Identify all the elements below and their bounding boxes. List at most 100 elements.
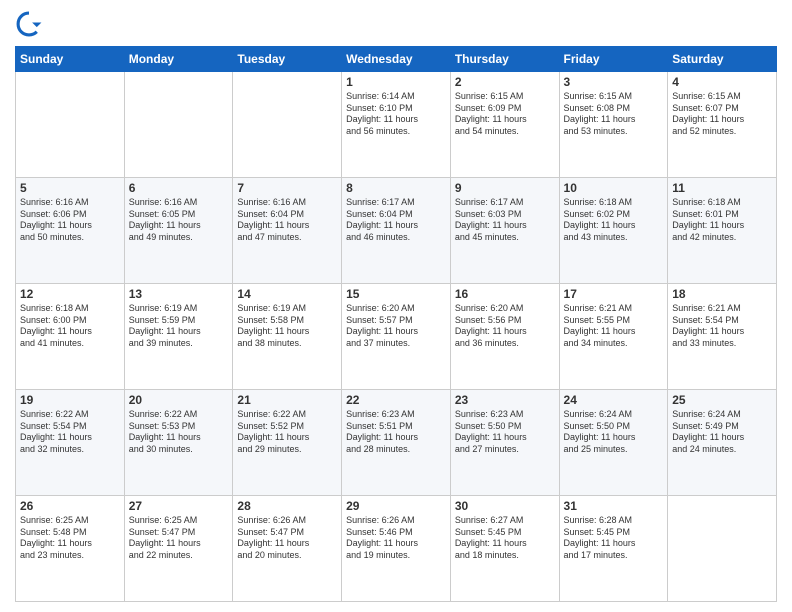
day-info: Sunrise: 6:27 AM Sunset: 5:45 PM Dayligh…	[455, 515, 555, 562]
day-number: 10	[564, 181, 664, 195]
calendar-cell: 10 Sunrise: 6:18 AM Sunset: 6:02 PM Dayli…	[559, 178, 668, 284]
weekday-header-saturday: Saturday	[668, 47, 777, 72]
day-number: 11	[672, 181, 772, 195]
day-info: Sunrise: 6:21 AM Sunset: 5:55 PM Dayligh…	[564, 303, 664, 350]
calendar-table: SundayMondayTuesdayWednesdayThursdayFrid…	[15, 46, 777, 602]
day-info: Sunrise: 6:24 AM Sunset: 5:49 PM Dayligh…	[672, 409, 772, 456]
day-info: Sunrise: 6:17 AM Sunset: 6:03 PM Dayligh…	[455, 197, 555, 244]
calendar-cell: 23Sunrise: 6:23 AM Sunset: 5:50 PM Dayli…	[450, 390, 559, 496]
day-info: Sunrise: 6:19 AM Sunset: 5:59 PM Dayligh…	[129, 303, 229, 350]
day-info: Sunrise: 6:23 AM Sunset: 5:51 PM Dayligh…	[346, 409, 446, 456]
day-info: Sunrise: 6:18 AM Sunset: 6:00 PM Dayligh…	[20, 303, 120, 350]
day-number: 1	[346, 75, 446, 89]
day-number: 12	[20, 287, 120, 301]
day-info: Sunrise: 6:17 AM Sunset: 6:04 PM Dayligh…	[346, 197, 446, 244]
calendar-cell: 31 Sunrise: 6:28 AM Sunset: 5:45 PM Dayli…	[559, 496, 668, 602]
calendar-cell: 18Sunrise: 6:21 AM Sunset: 5:54 PM Dayli…	[668, 284, 777, 390]
calendar-cell: 22 Sunrise: 6:23 AM Sunset: 5:51 PM Dayli…	[342, 390, 451, 496]
calendar-cell: 16 Sunrise: 6:20 AM Sunset: 5:56 PM Dayli…	[450, 284, 559, 390]
day-number: 2	[455, 75, 555, 89]
day-info: Sunrise: 6:25 AM Sunset: 5:47 PM Dayligh…	[129, 515, 229, 562]
calendar-week-4: 19 Sunrise: 6:22 AM Sunset: 5:54 PM Dayli…	[16, 390, 777, 496]
day-info: Sunrise: 6:22 AM Sunset: 5:52 PM Dayligh…	[237, 409, 337, 456]
day-info: Sunrise: 6:20 AM Sunset: 5:57 PM Dayligh…	[346, 303, 446, 350]
day-number: 30	[455, 499, 555, 513]
day-number: 7	[237, 181, 337, 195]
day-number: 21	[237, 393, 337, 407]
calendar-cell: 8 Sunrise: 6:17 AM Sunset: 6:04 PM Daylig…	[342, 178, 451, 284]
day-info: Sunrise: 6:26 AM Sunset: 5:47 PM Dayligh…	[237, 515, 337, 562]
day-info: Sunrise: 6:15 AM Sunset: 6:09 PM Dayligh…	[455, 91, 555, 138]
weekday-header-friday: Friday	[559, 47, 668, 72]
day-info: Sunrise: 6:28 AM Sunset: 5:45 PM Dayligh…	[564, 515, 664, 562]
calendar-cell: 6 Sunrise: 6:16 AM Sunset: 6:05 PM Daylig…	[124, 178, 233, 284]
calendar-cell: 4 Sunrise: 6:15 AM Sunset: 6:07 PM Daylig…	[668, 72, 777, 178]
day-info: Sunrise: 6:16 AM Sunset: 6:05 PM Dayligh…	[129, 197, 229, 244]
day-number: 13	[129, 287, 229, 301]
day-info: Sunrise: 6:24 AM Sunset: 5:50 PM Dayligh…	[564, 409, 664, 456]
weekday-header-tuesday: Tuesday	[233, 47, 342, 72]
day-info: Sunrise: 6:26 AM Sunset: 5:46 PM Dayligh…	[346, 515, 446, 562]
day-info: Sunrise: 6:21 AM Sunset: 5:54 PM Dayligh…	[672, 303, 772, 350]
calendar-cell: 1Sunrise: 6:14 AM Sunset: 6:10 PM Daylig…	[342, 72, 451, 178]
calendar-cell: 28 Sunrise: 6:26 AM Sunset: 5:47 PM Dayli…	[233, 496, 342, 602]
day-number: 25	[672, 393, 772, 407]
calendar-cell: 5 Sunrise: 6:16 AM Sunset: 6:06 PM Daylig…	[16, 178, 125, 284]
day-number: 8	[346, 181, 446, 195]
logo-icon	[15, 10, 43, 38]
calendar-cell: 9 Sunrise: 6:17 AM Sunset: 6:03 PM Daylig…	[450, 178, 559, 284]
calendar-cell	[233, 72, 342, 178]
logo	[15, 10, 47, 38]
calendar-cell: 30 Sunrise: 6:27 AM Sunset: 5:45 PM Dayli…	[450, 496, 559, 602]
calendar-cell: 15 Sunrise: 6:20 AM Sunset: 5:57 PM Dayli…	[342, 284, 451, 390]
day-info: Sunrise: 6:15 AM Sunset: 6:08 PM Dayligh…	[564, 91, 664, 138]
calendar-cell: 13 Sunrise: 6:19 AM Sunset: 5:59 PM Dayli…	[124, 284, 233, 390]
calendar-cell	[124, 72, 233, 178]
calendar-cell: 25 Sunrise: 6:24 AM Sunset: 5:49 PM Dayli…	[668, 390, 777, 496]
day-info: Sunrise: 6:22 AM Sunset: 5:53 PM Dayligh…	[129, 409, 229, 456]
calendar-week-2: 5 Sunrise: 6:16 AM Sunset: 6:06 PM Daylig…	[16, 178, 777, 284]
day-info: Sunrise: 6:16 AM Sunset: 6:04 PM Dayligh…	[237, 197, 337, 244]
day-number: 31	[564, 499, 664, 513]
day-number: 16	[455, 287, 555, 301]
calendar-cell	[668, 496, 777, 602]
day-number: 28	[237, 499, 337, 513]
calendar-cell: 17 Sunrise: 6:21 AM Sunset: 5:55 PM Dayli…	[559, 284, 668, 390]
day-info: Sunrise: 6:15 AM Sunset: 6:07 PM Dayligh…	[672, 91, 772, 138]
calendar-cell: 27Sunrise: 6:25 AM Sunset: 5:47 PM Dayli…	[124, 496, 233, 602]
day-number: 5	[20, 181, 120, 195]
day-number: 26	[20, 499, 120, 513]
day-info: Sunrise: 6:23 AM Sunset: 5:50 PM Dayligh…	[455, 409, 555, 456]
day-number: 17	[564, 287, 664, 301]
day-number: 14	[237, 287, 337, 301]
day-info: Sunrise: 6:25 AM Sunset: 5:48 PM Dayligh…	[20, 515, 120, 562]
calendar-week-3: 12 Sunrise: 6:18 AM Sunset: 6:00 PM Dayli…	[16, 284, 777, 390]
calendar-cell: 29 Sunrise: 6:26 AM Sunset: 5:46 PM Dayli…	[342, 496, 451, 602]
calendar-cell: 3 Sunrise: 6:15 AM Sunset: 6:08 PM Daylig…	[559, 72, 668, 178]
calendar-cell: 2 Sunrise: 6:15 AM Sunset: 6:09 PM Daylig…	[450, 72, 559, 178]
day-number: 19	[20, 393, 120, 407]
day-number: 4	[672, 75, 772, 89]
day-number: 9	[455, 181, 555, 195]
calendar-cell: 20Sunrise: 6:22 AM Sunset: 5:53 PM Dayli…	[124, 390, 233, 496]
page: SundayMondayTuesdayWednesdayThursdayFrid…	[0, 0, 792, 612]
weekday-header-thursday: Thursday	[450, 47, 559, 72]
calendar-cell: 26 Sunrise: 6:25 AM Sunset: 5:48 PM Dayli…	[16, 496, 125, 602]
calendar-header-row: SundayMondayTuesdayWednesdayThursdayFrid…	[16, 47, 777, 72]
day-number: 24	[564, 393, 664, 407]
day-info: Sunrise: 6:16 AM Sunset: 6:06 PM Dayligh…	[20, 197, 120, 244]
day-info: Sunrise: 6:20 AM Sunset: 5:56 PM Dayligh…	[455, 303, 555, 350]
day-number: 6	[129, 181, 229, 195]
day-info: Sunrise: 6:18 AM Sunset: 6:02 PM Dayligh…	[564, 197, 664, 244]
day-info: Sunrise: 6:22 AM Sunset: 5:54 PM Dayligh…	[20, 409, 120, 456]
weekday-header-wednesday: Wednesday	[342, 47, 451, 72]
day-number: 3	[564, 75, 664, 89]
header	[15, 10, 777, 38]
day-info: Sunrise: 6:18 AM Sunset: 6:01 PM Dayligh…	[672, 197, 772, 244]
calendar-cell: 11 Sunrise: 6:18 AM Sunset: 6:01 PM Dayli…	[668, 178, 777, 284]
calendar-cell: 21 Sunrise: 6:22 AM Sunset: 5:52 PM Dayli…	[233, 390, 342, 496]
day-number: 22	[346, 393, 446, 407]
day-number: 29	[346, 499, 446, 513]
day-number: 15	[346, 287, 446, 301]
calendar-cell: 19 Sunrise: 6:22 AM Sunset: 5:54 PM Dayli…	[16, 390, 125, 496]
